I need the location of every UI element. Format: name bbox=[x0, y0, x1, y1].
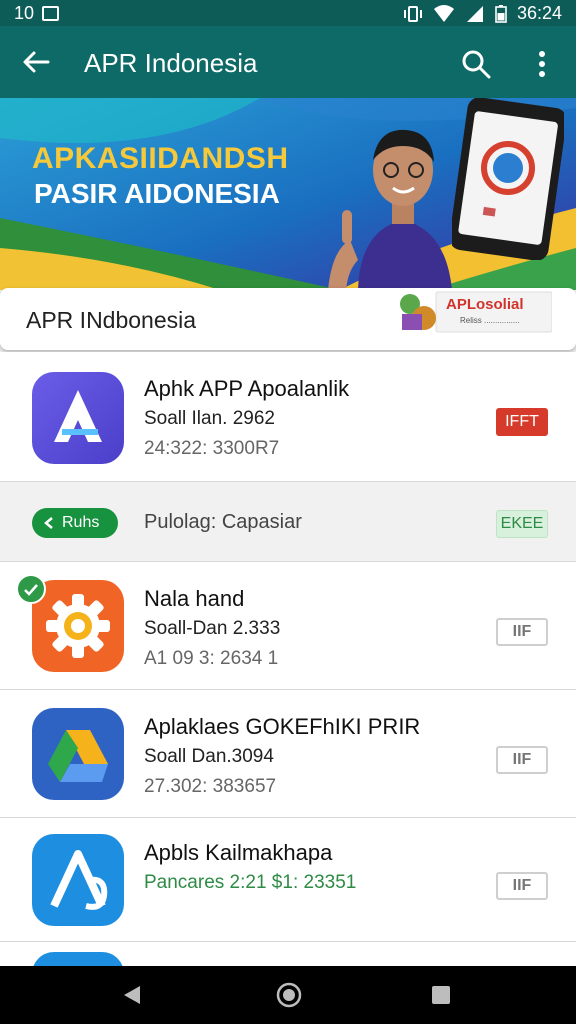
app-name: Apbls Kailmakhapa bbox=[144, 840, 333, 865]
banner-headline: APKASIIDANDSH bbox=[32, 142, 289, 175]
filter-chip-label: Ruhs bbox=[62, 514, 100, 531]
app-size: Soall-Dan 2.333 bbox=[144, 618, 281, 639]
app-meta: 24:322: 3300R7 bbox=[144, 438, 280, 459]
search-icon[interactable] bbox=[460, 48, 492, 80]
filter-action-button[interactable]: EKEE bbox=[496, 510, 548, 538]
verified-badge-icon bbox=[16, 574, 46, 604]
app-size: Soall Ilan. 2962 bbox=[144, 408, 275, 429]
a-logo-icon bbox=[54, 390, 102, 442]
status-bar: 10 36:24 bbox=[0, 0, 576, 26]
install-button[interactable]: IIF bbox=[496, 872, 548, 900]
status-time-left: 10 bbox=[14, 3, 35, 23]
banner-subheadline: PASIR AIDONESIA bbox=[34, 178, 280, 209]
list-item-app-1[interactable]: Aphk APP Apoalanlik Soall Ilan. 2962 24:… bbox=[0, 352, 576, 482]
install-button[interactable]: IFFT bbox=[496, 408, 548, 436]
notification-icon bbox=[42, 6, 60, 21]
app-meta: Pancares 2:21 $1: 23351 bbox=[144, 872, 357, 893]
chevron-left-icon bbox=[44, 517, 53, 529]
app-icon-3 bbox=[32, 708, 124, 800]
promo-badge-text: APLosolial bbox=[446, 296, 524, 313]
install-button[interactable]: IIF bbox=[496, 746, 548, 774]
app-bar: APR Indonesia bbox=[0, 26, 576, 98]
install-button[interactable]: IIF bbox=[496, 618, 548, 646]
search-card[interactable]: APR INdbonesia APLosolial Reliss .......… bbox=[0, 288, 576, 350]
more-options-icon[interactable] bbox=[530, 48, 554, 80]
search-card-label: APR INdbonesia bbox=[26, 307, 197, 333]
app-icon-4 bbox=[32, 834, 124, 926]
promo-banner[interactable]: APKASIIDANDSH PASIR AIDONESIA bbox=[0, 98, 576, 290]
app-name: Nala hand bbox=[144, 586, 245, 611]
wifi-icon bbox=[433, 4, 454, 22]
filter-row: Ruhs Pulolag: Capasiar EKEE bbox=[0, 482, 576, 562]
filter-chip[interactable]: Ruhs bbox=[32, 508, 118, 538]
app-icon-1 bbox=[32, 372, 124, 464]
app-bar-title: APR Indonesia bbox=[84, 48, 258, 78]
back-arrow-icon[interactable] bbox=[20, 46, 52, 78]
vibrate-icon bbox=[403, 5, 422, 22]
list-item-app-2[interactable]: Nala hand Soall-Dan 2.333 A1 09 3: 2634 … bbox=[0, 562, 576, 690]
a-logo-outline-icon bbox=[50, 850, 108, 910]
phone-illustration bbox=[452, 98, 564, 260]
list-item-app-4[interactable]: Apbls Kailmakhapa Pancares 2:21 $1: 2335… bbox=[0, 818, 576, 942]
app-meta: A1 09 3: 2634 1 bbox=[144, 648, 279, 669]
nav-home-icon[interactable] bbox=[276, 982, 302, 1008]
battery-icon bbox=[495, 4, 507, 23]
filter-label: Pulolag: Capasiar bbox=[144, 511, 302, 533]
nav-recents-icon[interactable] bbox=[430, 984, 452, 1006]
app-icon-5 bbox=[32, 952, 124, 966]
promo-badge-subtext: Reliss ................ bbox=[460, 316, 520, 325]
list-item-app-3[interactable]: Aplaklaes GOKEFhIKI PRIR Soall Dan.3094 … bbox=[0, 690, 576, 818]
signal-icon bbox=[466, 5, 483, 22]
drive-icon bbox=[48, 730, 108, 782]
app-meta: 27.302: 383657 bbox=[144, 776, 277, 797]
navigation-bar bbox=[0, 966, 576, 1024]
list-item-app-5-partial[interactable] bbox=[0, 942, 576, 966]
app-name: Aplaklaes GOKEFhIKI PRIR bbox=[144, 714, 421, 739]
nav-back-icon[interactable] bbox=[120, 984, 142, 1006]
app-size: Soall Dan.3094 bbox=[144, 746, 274, 767]
status-time: 36:24 bbox=[516, 3, 562, 23]
app-name: Aphk APP Apoalanlik bbox=[144, 376, 350, 401]
